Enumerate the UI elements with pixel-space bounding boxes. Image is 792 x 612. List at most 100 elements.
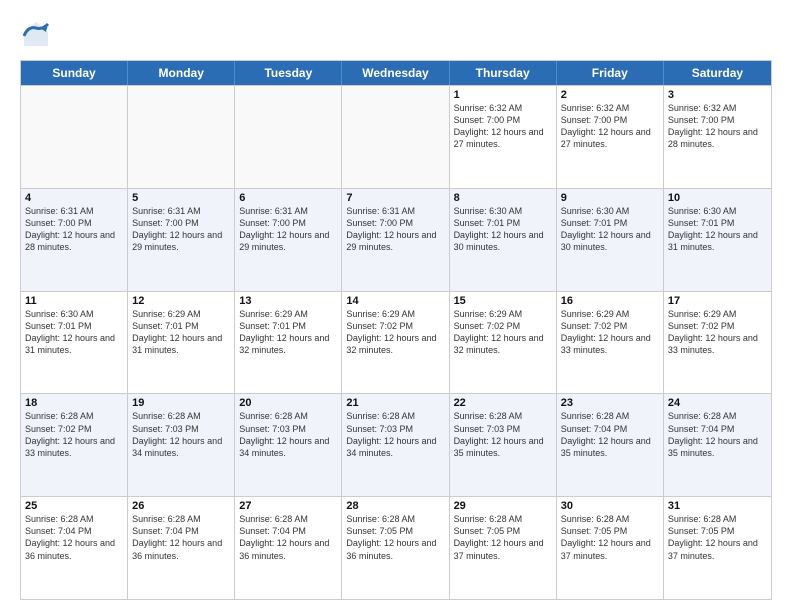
day-number: 28 <box>346 500 444 512</box>
day-number: 6 <box>239 192 337 204</box>
calendar-cell-12: 12Sunrise: 6:29 AM Sunset: 7:01 PM Dayli… <box>128 292 235 394</box>
cell-info-text: Sunrise: 6:30 AM Sunset: 7:01 PM Dayligh… <box>668 205 767 254</box>
page: SundayMondayTuesdayWednesdayThursdayFrid… <box>0 0 792 612</box>
calendar-cell-20: 20Sunrise: 6:28 AM Sunset: 7:03 PM Dayli… <box>235 394 342 496</box>
cell-info-text: Sunrise: 6:29 AM Sunset: 7:02 PM Dayligh… <box>668 308 767 357</box>
day-number: 11 <box>25 295 123 307</box>
cell-info-text: Sunrise: 6:28 AM Sunset: 7:03 PM Dayligh… <box>132 410 230 459</box>
header-day-friday: Friday <box>557 61 664 85</box>
logo <box>20 18 56 50</box>
calendar-cell-3: 3Sunrise: 6:32 AM Sunset: 7:00 PM Daylig… <box>664 86 771 188</box>
calendar-cell-17: 17Sunrise: 6:29 AM Sunset: 7:02 PM Dayli… <box>664 292 771 394</box>
calendar-cell-19: 19Sunrise: 6:28 AM Sunset: 7:03 PM Dayli… <box>128 394 235 496</box>
calendar-row-1: 4Sunrise: 6:31 AM Sunset: 7:00 PM Daylig… <box>21 188 771 291</box>
cell-info-text: Sunrise: 6:29 AM Sunset: 7:02 PM Dayligh… <box>346 308 444 357</box>
header-day-tuesday: Tuesday <box>235 61 342 85</box>
cell-info-text: Sunrise: 6:31 AM Sunset: 7:00 PM Dayligh… <box>25 205 123 254</box>
calendar-cell-2: 2Sunrise: 6:32 AM Sunset: 7:00 PM Daylig… <box>557 86 664 188</box>
calendar-cell-5: 5Sunrise: 6:31 AM Sunset: 7:00 PM Daylig… <box>128 189 235 291</box>
cell-info-text: Sunrise: 6:30 AM Sunset: 7:01 PM Dayligh… <box>454 205 552 254</box>
cell-info-text: Sunrise: 6:28 AM Sunset: 7:05 PM Dayligh… <box>668 513 767 562</box>
header-day-thursday: Thursday <box>450 61 557 85</box>
calendar-cell-14: 14Sunrise: 6:29 AM Sunset: 7:02 PM Dayli… <box>342 292 449 394</box>
day-number: 12 <box>132 295 230 307</box>
calendar-header: SundayMondayTuesdayWednesdayThursdayFrid… <box>21 61 771 85</box>
calendar-cell-31: 31Sunrise: 6:28 AM Sunset: 7:05 PM Dayli… <box>664 497 771 599</box>
day-number: 19 <box>132 397 230 409</box>
cell-info-text: Sunrise: 6:28 AM Sunset: 7:04 PM Dayligh… <box>668 410 767 459</box>
cell-info-text: Sunrise: 6:29 AM Sunset: 7:02 PM Dayligh… <box>561 308 659 357</box>
calendar-cell-25: 25Sunrise: 6:28 AM Sunset: 7:04 PM Dayli… <box>21 497 128 599</box>
calendar-row-0: 1Sunrise: 6:32 AM Sunset: 7:00 PM Daylig… <box>21 85 771 188</box>
calendar-cell-11: 11Sunrise: 6:30 AM Sunset: 7:01 PM Dayli… <box>21 292 128 394</box>
day-number: 8 <box>454 192 552 204</box>
calendar-cell-10: 10Sunrise: 6:30 AM Sunset: 7:01 PM Dayli… <box>664 189 771 291</box>
calendar-cell-8: 8Sunrise: 6:30 AM Sunset: 7:01 PM Daylig… <box>450 189 557 291</box>
calendar-row-3: 18Sunrise: 6:28 AM Sunset: 7:02 PM Dayli… <box>21 393 771 496</box>
cell-info-text: Sunrise: 6:32 AM Sunset: 7:00 PM Dayligh… <box>668 102 767 151</box>
day-number: 18 <box>25 397 123 409</box>
header-day-wednesday: Wednesday <box>342 61 449 85</box>
calendar-cell-empty-0-1 <box>128 86 235 188</box>
calendar-cell-18: 18Sunrise: 6:28 AM Sunset: 7:02 PM Dayli… <box>21 394 128 496</box>
day-number: 31 <box>668 500 767 512</box>
cell-info-text: Sunrise: 6:31 AM Sunset: 7:00 PM Dayligh… <box>346 205 444 254</box>
calendar-cell-21: 21Sunrise: 6:28 AM Sunset: 7:03 PM Dayli… <box>342 394 449 496</box>
cell-info-text: Sunrise: 6:28 AM Sunset: 7:04 PM Dayligh… <box>132 513 230 562</box>
day-number: 9 <box>561 192 659 204</box>
calendar-row-4: 25 Sunrise: 6:28 AM Sunset: 7:04 PM Dayli… <box>21 496 771 599</box>
header-day-saturday: Saturday <box>664 61 771 85</box>
cell-info-text: Sunrise: 6:28 AM Sunset: 7:05 PM Dayligh… <box>454 513 552 562</box>
cell-info-text: Sunrise: 6:29 AM Sunset: 7:01 PM Dayligh… <box>239 308 337 357</box>
calendar-cell-22: 22Sunrise: 6:28 AM Sunset: 7:03 PM Dayli… <box>450 394 557 496</box>
cell-info-text: Sunrise: 6:30 AM Sunset: 7:01 PM Dayligh… <box>561 205 659 254</box>
day-number: 21 <box>346 397 444 409</box>
calendar-cell-1: 1Sunrise: 6:32 AM Sunset: 7:00 PM Daylig… <box>450 86 557 188</box>
calendar-cell-13: 13Sunrise: 6:29 AM Sunset: 7:01 PM Dayli… <box>235 292 342 394</box>
cell-info-text: Sunrise: 6:28 AM Sunset: 7:02 PM Dayligh… <box>25 410 123 459</box>
header <box>20 18 772 50</box>
calendar-body: 1Sunrise: 6:32 AM Sunset: 7:00 PM Daylig… <box>21 85 771 599</box>
calendar: SundayMondayTuesdayWednesdayThursdayFrid… <box>20 60 772 600</box>
day-number: 24 <box>668 397 767 409</box>
day-number: 22 <box>454 397 552 409</box>
day-number: 17 <box>668 295 767 307</box>
day-number: 25 <box>25 500 123 512</box>
calendar-cell-29: 29Sunrise: 6:28 AM Sunset: 7:05 PM Dayli… <box>450 497 557 599</box>
cell-info-text: Sunrise: 6:28 AM Sunset: 7:05 PM Dayligh… <box>561 513 659 562</box>
cell-info-text: Sunrise: 6:29 AM Sunset: 7:01 PM Dayligh… <box>132 308 230 357</box>
calendar-cell-empty-0-3 <box>342 86 449 188</box>
cell-info-text: Sunrise: 6:28 AM Sunset: 7:03 PM Dayligh… <box>239 410 337 459</box>
calendar-cell-15: 15Sunrise: 6:29 AM Sunset: 7:02 PM Dayli… <box>450 292 557 394</box>
cell-info-text: Sunrise: 6:31 AM Sunset: 7:00 PM Dayligh… <box>239 205 337 254</box>
day-number: 26 <box>132 500 230 512</box>
calendar-cell-7: 7Sunrise: 6:31 AM Sunset: 7:00 PM Daylig… <box>342 189 449 291</box>
day-number: 4 <box>25 192 123 204</box>
cell-info-text: Sunrise: 6:32 AM Sunset: 7:00 PM Dayligh… <box>454 102 552 151</box>
cell-info-text: Sunrise: 6:28 AM Sunset: 7:03 PM Dayligh… <box>346 410 444 459</box>
cell-info-text: Sunrise: 6:31 AM Sunset: 7:00 PM Dayligh… <box>132 205 230 254</box>
calendar-cell-4: 4Sunrise: 6:31 AM Sunset: 7:00 PM Daylig… <box>21 189 128 291</box>
day-number: 10 <box>668 192 767 204</box>
cell-info-text: Sunrise: 6:29 AM Sunset: 7:02 PM Dayligh… <box>454 308 552 357</box>
calendar-cell-23: 23Sunrise: 6:28 AM Sunset: 7:04 PM Dayli… <box>557 394 664 496</box>
day-number: 14 <box>346 295 444 307</box>
day-number: 5 <box>132 192 230 204</box>
cell-info-text: Sunrise: 6:32 AM Sunset: 7:00 PM Dayligh… <box>561 102 659 151</box>
day-number: 30 <box>561 500 659 512</box>
cell-info-text: Sunrise: 6:28 AM Sunset: 7:04 PM Dayligh… <box>239 513 337 562</box>
day-number: 15 <box>454 295 552 307</box>
day-number: 1 <box>454 89 552 101</box>
day-number: 7 <box>346 192 444 204</box>
cell-info-text: Sunrise: 6:28 AM Sunset: 7:05 PM Dayligh… <box>346 513 444 562</box>
calendar-cell-26: 26Sunrise: 6:28 AM Sunset: 7:04 PM Dayli… <box>128 497 235 599</box>
calendar-cell-6: 6Sunrise: 6:31 AM Sunset: 7:00 PM Daylig… <box>235 189 342 291</box>
calendar-cell-30: 30Sunrise: 6:28 AM Sunset: 7:05 PM Dayli… <box>557 497 664 599</box>
cell-info-text: Sunrise: 6:30 AM Sunset: 7:01 PM Dayligh… <box>25 308 123 357</box>
logo-icon <box>20 18 52 50</box>
header-day-sunday: Sunday <box>21 61 128 85</box>
day-number: 3 <box>668 89 767 101</box>
calendar-cell-empty-0-2 <box>235 86 342 188</box>
day-number: 27 <box>239 500 337 512</box>
header-day-monday: Monday <box>128 61 235 85</box>
